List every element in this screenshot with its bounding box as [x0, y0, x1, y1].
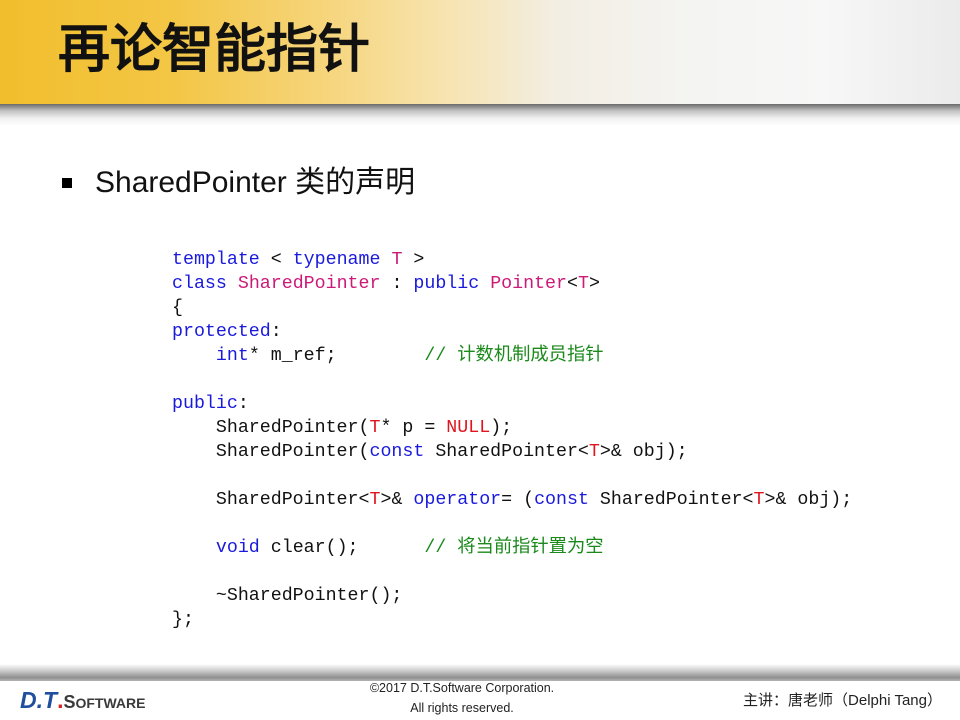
code-line: SharedPointer(const SharedPointer<T>& ob… — [172, 440, 852, 464]
code-token: * m_ref; — [248, 346, 425, 366]
header-shadow-divider — [0, 104, 960, 126]
code-token: : — [270, 322, 282, 342]
code-token: < — [567, 274, 578, 294]
code-token: >& obj); — [764, 490, 853, 510]
code-token: SharedPointer( — [172, 418, 370, 438]
company-logo: D.T.SOFTWARE — [20, 686, 145, 714]
code-token: = ( — [501, 490, 535, 510]
code-token: : — [380, 274, 414, 294]
code-token: SharedPointer — [237, 274, 381, 294]
code-token: protected — [172, 322, 271, 342]
slide-header: 再论智能指针 — [0, 0, 960, 104]
code-token: >& — [380, 490, 414, 510]
code-token: // 计数机制成员指针 — [424, 346, 604, 366]
code-token: >& obj); — [599, 442, 688, 462]
code-line: protected: — [172, 320, 852, 344]
square-bullet-icon — [62, 178, 72, 188]
code-token: NULL — [446, 418, 491, 438]
code-line: SharedPointer<T>& operator= (const Share… — [172, 488, 852, 512]
code-token: public — [413, 274, 480, 294]
code-token: const — [534, 490, 589, 510]
code-line: template < typename T > — [172, 248, 852, 272]
copyright-line: ©2017 D.T.Software Corporation. — [369, 681, 555, 695]
code-token: > — [588, 274, 600, 294]
code-token: T — [753, 490, 765, 510]
code-line: ~SharedPointer(); — [172, 584, 852, 608]
code-token: SharedPointer< — [588, 490, 754, 510]
code-token: T — [577, 274, 589, 294]
code-token: Pointer — [490, 274, 567, 294]
code-token: T — [391, 250, 403, 270]
code-token: SharedPointer< — [172, 490, 370, 510]
code-line: int* m_ref; // 计数机制成员指针 — [172, 344, 852, 368]
code-token: }; — [172, 610, 194, 630]
code-line: class SharedPointer : public Pointer<T> — [172, 272, 852, 296]
lecturer-credit: 主讲：唐老师（Delphi Tang） — [743, 692, 942, 709]
code-token: const — [369, 442, 425, 462]
rights-line: All rights reserved. — [410, 701, 514, 715]
code-line: }; — [172, 608, 852, 632]
code-token: SharedPointer< — [424, 442, 589, 462]
code-token: T — [369, 418, 381, 438]
slide-title: 再论智能指针 — [58, 21, 371, 79]
code-line: void clear(); // 将当前指针置为空 — [172, 536, 852, 560]
code-token: ~SharedPointer(); — [172, 586, 403, 606]
code-token: < — [259, 250, 293, 270]
code-token: * p = — [380, 418, 447, 438]
code-token: { — [172, 298, 183, 318]
code-token: > — [402, 250, 425, 270]
code-token: clear(); — [259, 538, 425, 558]
code-token: int — [215, 346, 249, 366]
code-token: T — [588, 442, 600, 462]
code-token: operator — [413, 490, 502, 510]
copyright-notice: ©2017 D.T.Software Corporation. All righ… — [312, 678, 612, 718]
code-line: SharedPointer(T* p = NULL); — [172, 416, 852, 440]
code-token: // 将当前指针置为空 — [424, 538, 604, 558]
code-token: public — [172, 394, 238, 414]
code-token: class — [172, 274, 227, 294]
code-token: SharedPointer( — [172, 442, 370, 462]
code-token: void — [215, 538, 260, 558]
logo-initials: D.T — [20, 687, 58, 713]
code-token: template — [172, 250, 260, 270]
logo-name-rest: OFTWARE — [75, 695, 146, 711]
code-token: T — [369, 490, 381, 510]
code-token: ); — [490, 418, 513, 438]
code-token: typename — [292, 250, 381, 270]
bullet-text: SharedPointer 类的声明 — [95, 166, 416, 199]
code-block: template < typename T > class SharedPoint… — [172, 248, 852, 632]
code-token: : — [237, 394, 249, 414]
logo-name-initial: S — [63, 692, 76, 712]
code-line: public: — [172, 392, 852, 416]
code-line: { — [172, 296, 852, 320]
